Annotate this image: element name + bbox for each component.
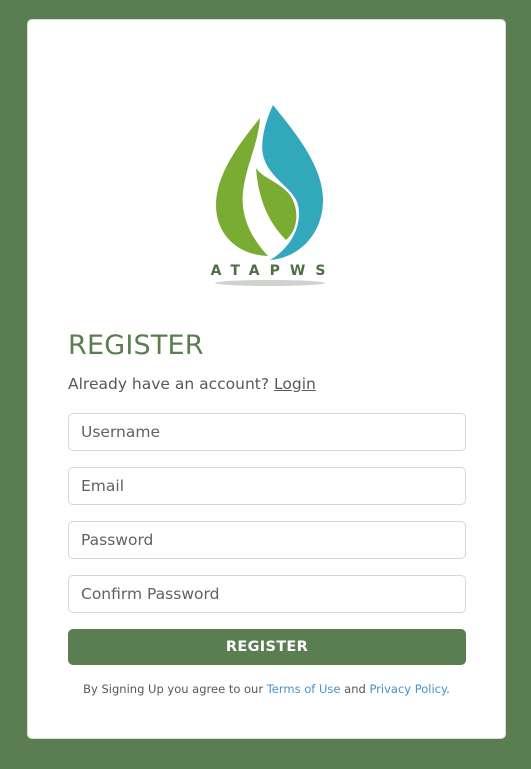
username-input[interactable] xyxy=(68,413,466,451)
terms-suffix: . xyxy=(446,682,450,696)
password-input[interactable] xyxy=(68,521,466,559)
terms-prefix: By Signing Up you agree to our xyxy=(83,682,264,696)
login-link[interactable]: Login xyxy=(274,375,316,393)
register-button[interactable]: REGISTER xyxy=(68,629,466,665)
logo-shadow xyxy=(215,280,325,286)
confirm-password-input[interactable] xyxy=(68,575,466,613)
login-prompt-text: Already have an account? xyxy=(68,375,270,393)
atapws-logo: ATAPWS xyxy=(211,105,336,286)
terms-and: and xyxy=(344,682,366,696)
register-card: ATAPWS REGISTER Already have an account?… xyxy=(27,19,506,739)
logo-text: ATAPWS xyxy=(211,263,336,279)
privacy-policy-link[interactable]: Privacy Policy xyxy=(369,682,446,696)
login-prompt: Already have an account? Login xyxy=(68,375,316,393)
email-input[interactable] xyxy=(68,467,466,505)
terms-of-use-link[interactable]: Terms of Use xyxy=(267,682,341,696)
page-title: REGISTER xyxy=(68,330,204,361)
terms-notice: By Signing Up you agree to our Terms of … xyxy=(28,682,505,696)
